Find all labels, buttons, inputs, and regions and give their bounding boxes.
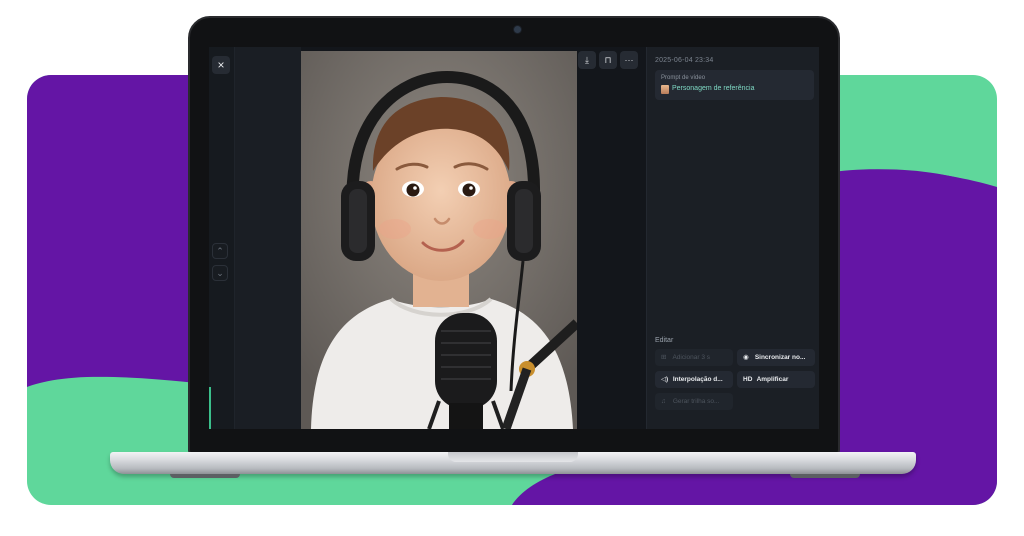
laptop-lid: × ⌃ ⌄ ⤓ ⊓ ··· 2025-06-04 23:34 Prompt de…: [188, 16, 840, 456]
left-rail: × ⌃ ⌄: [209, 47, 235, 429]
video-preview[interactable]: [301, 51, 577, 429]
preview-stage: ⤓ ⊓ ···: [301, 47, 646, 429]
laptop-foot-right: [790, 474, 860, 478]
download-button[interactable]: ⤓: [578, 51, 596, 69]
edit-section-title: Editar: [655, 337, 674, 344]
chevron-down-icon: ⌄: [216, 268, 224, 278]
laptop-notch: [448, 452, 578, 462]
hd-icon: HD: [743, 376, 753, 383]
laptop-screen: × ⌃ ⌄ ⤓ ⊓ ··· 2025-06-04 23:34 Prompt de…: [209, 47, 819, 429]
sync-label: Sincronizar no...: [754, 354, 806, 361]
timestamp: 2025-06-04 23:34: [655, 57, 714, 64]
camera-icon: [514, 26, 521, 33]
eye-icon: ◉: [743, 354, 749, 361]
upscale-label: Amplificar: [756, 376, 789, 383]
close-icon: ×: [217, 58, 225, 72]
next-button[interactable]: ⌄: [212, 265, 228, 281]
sound-icon: ◁): [661, 376, 669, 383]
plus-icon: ⊞: [661, 354, 667, 361]
upscale-button[interactable]: HD Amplificar: [737, 371, 815, 388]
bookmark-icon: ⊓: [604, 55, 612, 65]
prompt-card: Prompt de vídeo Personagem de referência: [655, 70, 814, 100]
reference-character-link[interactable]: Personagem de referência: [672, 85, 755, 92]
prompt-label: Prompt de vídeo: [661, 75, 706, 81]
details-panel: 2025-06-04 23:34 Prompt de vídeo Persona…: [646, 47, 819, 429]
interpolation-button[interactable]: ◁) Interpolação d...: [655, 371, 733, 388]
reference-thumbnail: [661, 85, 669, 94]
download-icon: ⤓: [585, 55, 589, 65]
thumbnail-panel: [235, 47, 301, 429]
interpolation-label: Interpolação d...: [672, 376, 723, 383]
chevron-up-icon: ⌃: [216, 246, 224, 256]
more-icon: ···: [624, 55, 634, 65]
laptop-base: [110, 452, 916, 474]
generate-soundtrack-button[interactable]: ♫ Gerar trilha so...: [655, 393, 733, 410]
more-options-button[interactable]: ···: [620, 51, 638, 69]
bookmark-button[interactable]: ⊓: [599, 51, 617, 69]
close-button[interactable]: ×: [212, 56, 230, 74]
generate-soundtrack-label: Gerar trilha so...: [672, 398, 720, 405]
previous-button[interactable]: ⌃: [212, 243, 228, 259]
rail-accent: [209, 387, 211, 429]
laptop-foot-left: [170, 474, 240, 478]
add-3s-button[interactable]: ⊞ Adicionar 3 s: [655, 349, 733, 366]
baby-podcast-image: [301, 51, 577, 429]
music-icon: ♫: [661, 398, 666, 405]
add-3s-label: Adicionar 3 s: [672, 354, 711, 361]
sync-button[interactable]: ◉ Sincronizar no...: [737, 349, 815, 366]
